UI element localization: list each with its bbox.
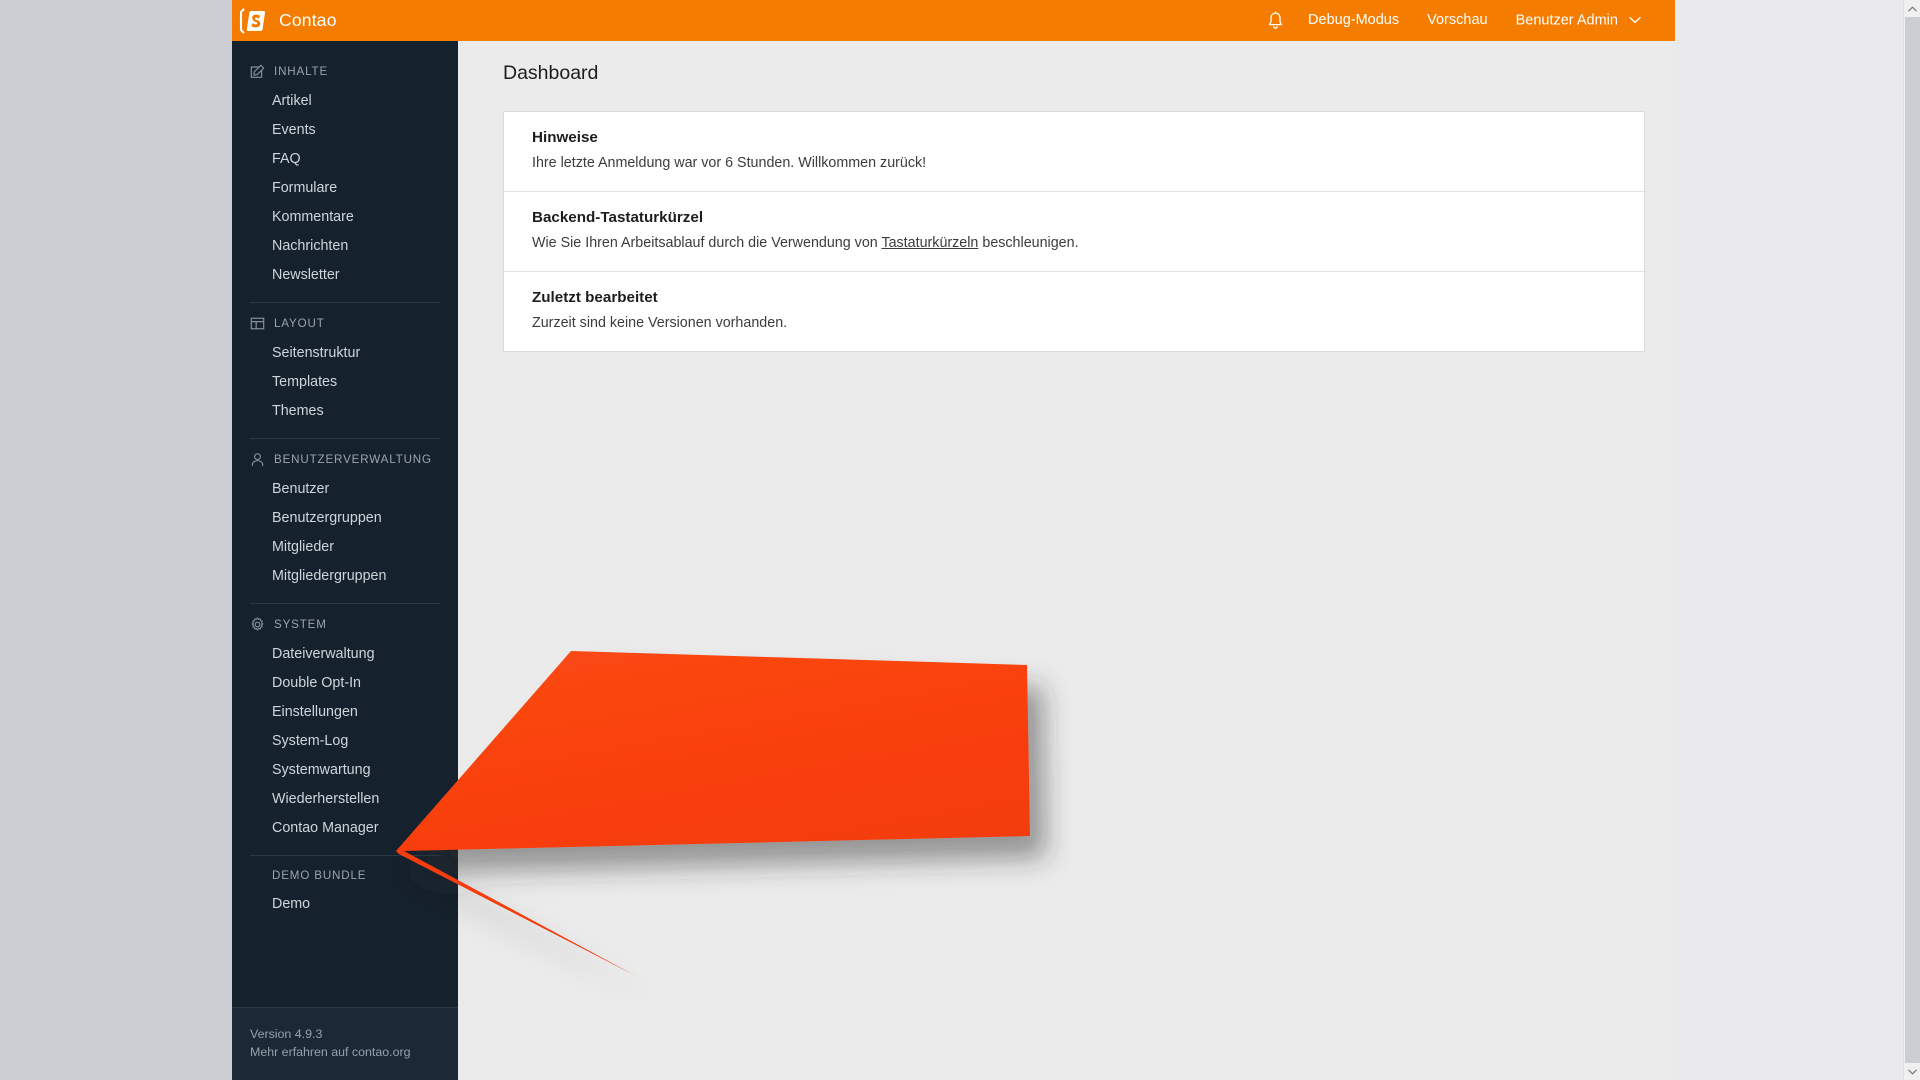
sidebar-group-title: BENUTZERVERWALTUNG (274, 453, 432, 466)
sidebar-group: LAYOUT Seitenstruktur Templates Themes (232, 305, 458, 426)
sidebar-group-header-system[interactable]: SYSTEM (232, 606, 458, 640)
sidebar-group-header-inhalte[interactable]: INHALTE (232, 53, 458, 87)
sidebar-item-artikel[interactable]: Artikel (232, 87, 458, 116)
sidebar-divider (250, 855, 440, 856)
panel-title: Hinweise (532, 129, 598, 146)
sidebar-footer: Version 4.9.3 Mehr erfahren auf contao.o… (232, 1007, 458, 1080)
dashboard-panel: Backend-Tastaturkürzel Wie Sie Ihren Arbe… (504, 192, 1644, 272)
sidebar-nav: INHALTE Artikel Events FAQ Formulare Kommenta… (232, 41, 458, 919)
gear-icon (250, 617, 265, 632)
sidebar-item-demo[interactable]: Demo (232, 890, 458, 919)
sidebar-group: BENUTZERVERWALTUNG Benutzer Benutzergruppe… (232, 441, 458, 591)
sidebar-group: DEMO BUNDLE Demo (232, 858, 458, 919)
panel-title: Backend-Tastaturkürzel (532, 209, 704, 226)
panel-inline-link[interactable]: Tastaturkürzeln (881, 235, 978, 251)
scrollbar-thumb[interactable] (1905, 17, 1920, 1063)
chevron-down-icon (1629, 0, 1641, 41)
sidebar-item-kommentare[interactable]: Kommentare (232, 203, 458, 232)
sidebar-group-header-layout[interactable]: LAYOUT (232, 305, 458, 339)
sidebar: INHALTE Artikel Events FAQ Formulare Kommenta… (232, 41, 458, 1080)
contao-backend-app: Contao Debug-Modus Vorschau Benutzer Adm… (232, 0, 1675, 1080)
page-scrollbar[interactable] (1903, 0, 1920, 1080)
screenshot-root: Contao Debug-Modus Vorschau Benutzer Adm… (0, 0, 1920, 1080)
sidebar-item-benutzergruppen[interactable]: Benutzergruppen (232, 504, 458, 533)
panel-text-trail: beschleunigen. (978, 235, 1079, 251)
brand[interactable]: Contao (239, 0, 337, 41)
sidebar-item-faq[interactable]: FAQ (232, 145, 458, 174)
user-icon (250, 452, 265, 467)
scrollbar-down-button[interactable] (1904, 1063, 1920, 1080)
dashboard-panels: Hinweise Ihre letzte Anmeldung war vor 6 … (503, 111, 1645, 352)
sidebar-group: SYSTEM Dateiverwaltung Double Opt-In Einste… (232, 606, 458, 843)
sidebar-item-themes[interactable]: Themes (232, 397, 458, 426)
panel-text: Ihre letzte Anmeldung war vor 6 Stunden.… (532, 153, 1644, 173)
sidebar-item-mitglieder[interactable]: Mitglieder (232, 533, 458, 562)
sidebar-item-benutzer[interactable]: Benutzer (232, 475, 458, 504)
panel-text-lead: Ihre letzte Anmeldung war vor 6 Stunden.… (532, 155, 927, 171)
contao-logo-icon (239, 7, 269, 34)
sidebar-item-events[interactable]: Events (232, 116, 458, 145)
sidebar-item-nachrichten[interactable]: Nachrichten (232, 232, 458, 261)
sidebar-item-systemwartung[interactable]: Systemwartung (232, 756, 458, 785)
page-gutter-left (0, 0, 232, 1080)
main-content: Dashboard Hinweise Ihre letzte Anmeldung … (458, 41, 1675, 1080)
sidebar-divider (250, 438, 440, 439)
preview-link[interactable]: Vorschau (1413, 0, 1501, 41)
scrollbar-up-button[interactable] (1904, 0, 1920, 17)
sidebar-divider (250, 302, 440, 303)
sidebar-item-double-opt-in[interactable]: Double Opt-In (232, 669, 458, 698)
panel-text-lead: Zurzeit sind keine Versionen vorhanden. (532, 315, 788, 331)
user-menu-label: Benutzer Admin (1515, 12, 1618, 29)
page-title: Dashboard (503, 62, 599, 84)
sidebar-item-mitgliedergruppen[interactable]: Mitgliedergruppen (232, 562, 458, 591)
sidebar-group: INHALTE Artikel Events FAQ Formulare Kommenta… (232, 53, 458, 290)
top-header: Contao Debug-Modus Vorschau Benutzer Adm… (232, 0, 1675, 41)
sidebar-group-header-benutzerverwaltung[interactable]: BENUTZERVERWALTUNG (232, 441, 458, 475)
edit-square-icon (250, 64, 265, 79)
sidebar-group-title: INHALTE (274, 65, 329, 78)
notification-bell-icon[interactable] (1257, 11, 1294, 30)
sidebar-group-title: SYSTEM (274, 618, 327, 631)
page-gutter-right (1675, 0, 1920, 1080)
sidebar-group-title: LAYOUT (274, 317, 325, 330)
panel-text: Wie Sie Ihren Arbeitsablauf durch die Ve… (532, 233, 1644, 253)
sidebar-divider (250, 603, 440, 604)
version-label: Version 4.9.3 (250, 1027, 323, 1041)
sidebar-item-formulare[interactable]: Formulare (232, 174, 458, 203)
sidebar-item-wiederherstellen[interactable]: Wiederherstellen (232, 785, 458, 814)
more-info-link[interactable]: Mehr erfahren auf contao.org (250, 1043, 440, 1061)
panel-title: Zuletzt bearbeitet (532, 289, 658, 306)
panel-text-lead: Wie Sie Ihren Arbeitsablauf durch die Ve… (532, 235, 882, 251)
sidebar-group-title: DEMO BUNDLE (272, 869, 367, 882)
header-actions: Debug-Modus Vorschau Benutzer Admin (1257, 0, 1675, 41)
sidebar-group-header-demo-bundle[interactable]: DEMO BUNDLE (232, 858, 458, 890)
dashboard-panel: Zuletzt bearbeitet Zurzeit sind keine Ver… (504, 272, 1644, 351)
sidebar-item-einstellungen[interactable]: Einstellungen (232, 698, 458, 727)
debug-mode-link[interactable]: Debug-Modus (1294, 0, 1413, 41)
sidebar-item-contao-manager[interactable]: Contao Manager (232, 814, 458, 843)
sidebar-item-seitenstruktur[interactable]: Seitenstruktur (232, 339, 458, 368)
dashboard-panel: Hinweise Ihre letzte Anmeldung war vor 6 … (504, 112, 1644, 192)
layout-columns-icon (250, 316, 265, 331)
sidebar-item-dateiverwaltung[interactable]: Dateiverwaltung (232, 640, 458, 669)
user-menu[interactable]: Benutzer Admin (1502, 0, 1655, 41)
sidebar-item-newsletter[interactable]: Newsletter (232, 261, 458, 290)
sidebar-item-system-log[interactable]: System-Log (232, 727, 458, 756)
panel-text: Zurzeit sind keine Versionen vorhanden. (532, 313, 1644, 333)
brand-name: Contao (279, 10, 337, 30)
sidebar-item-templates[interactable]: Templates (232, 368, 458, 397)
